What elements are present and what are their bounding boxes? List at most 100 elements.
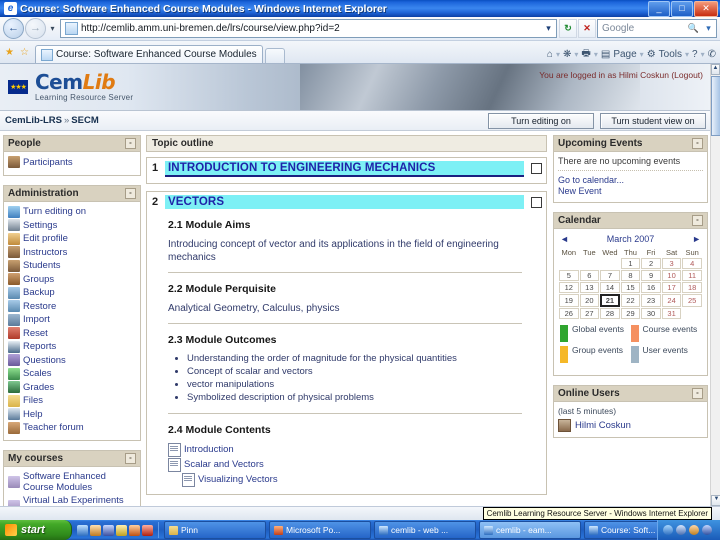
ie-icon[interactable] [77, 524, 88, 536]
sidebar-item-turn-editing-on[interactable]: Turn editing on [8, 205, 136, 218]
checkbox-icon[interactable] [530, 163, 542, 174]
calendar-day[interactable]: 19 [559, 294, 579, 307]
sidebar-item-teacher-forum[interactable]: Teacher forum [8, 421, 136, 434]
sidebar-item-help[interactable]: Help [8, 408, 136, 420]
network-icon[interactable] [663, 525, 673, 535]
sidebar-item-groups[interactable]: Groups [8, 273, 136, 285]
feeds-caret-icon[interactable]: ▾ [573, 50, 579, 59]
notes-icon[interactable] [116, 524, 127, 536]
calendar-day[interactable]: 16 [641, 282, 661, 293]
media-icon[interactable] [103, 524, 114, 536]
calendar-day[interactable]: 20 [579, 294, 600, 307]
address-dropdown-icon[interactable]: ▾ [542, 23, 555, 34]
collapse-icon[interactable]: - [692, 138, 703, 149]
calendar-day[interactable]: 15 [620, 282, 641, 293]
topic-highlight-toggle[interactable] [526, 192, 546, 494]
calendar-day[interactable]: 27 [579, 308, 600, 319]
page-menu-icon[interactable]: ▤ [600, 49, 611, 60]
collapse-icon[interactable]: - [125, 187, 136, 199]
sidebar-item-import[interactable]: Import [8, 313, 136, 326]
calendar-day[interactable]: 11 [682, 270, 702, 281]
taskbar-item[interactable]: Microsoft Po... [269, 521, 371, 539]
home-icon[interactable]: ⌂ [546, 49, 554, 60]
resource-label[interactable]: Introduction [184, 444, 234, 455]
calendar-day[interactable]: 21 [600, 294, 620, 307]
calendar-day[interactable]: 5 [559, 270, 579, 281]
help-icon[interactable]: ? [691, 49, 699, 60]
sidebar-item-label[interactable]: Software Enhanced Course Modules [23, 471, 136, 493]
collapse-icon[interactable]: - [125, 138, 136, 149]
print-caret-icon[interactable]: ▾ [593, 50, 599, 59]
calendar-day[interactable]: 7 [600, 270, 620, 281]
calendar-day[interactable]: 14 [600, 282, 620, 293]
legend-group-events[interactable]: Group events [560, 346, 631, 363]
acrobat-icon[interactable] [129, 524, 140, 536]
back-button[interactable]: ← [3, 18, 24, 39]
sidebar-item-label[interactable]: Virtual Lab Experiments Modules [23, 495, 136, 507]
sidebar-item-label[interactable]: Restore [23, 301, 56, 312]
turn-student-view-on-button[interactable]: Turn student view on [600, 112, 706, 129]
tools-menu-icon[interactable]: ⚙ [646, 49, 657, 60]
tools-caret-icon[interactable]: ▾ [684, 50, 690, 59]
sidebar-item-label[interactable]: Edit profile [23, 233, 68, 244]
calendar-day[interactable]: 31 [661, 308, 682, 319]
sidebar-item-course-secm[interactable]: Software Enhanced Course Modules [8, 471, 136, 493]
sidebar-item-label[interactable]: Files [23, 395, 43, 406]
home-caret-icon[interactable]: ▾ [555, 50, 561, 59]
calendar-day[interactable]: 13 [579, 282, 600, 293]
collapse-icon[interactable]: - [692, 388, 703, 399]
scroll-up-icon[interactable]: ▲ [711, 64, 720, 75]
collapse-icon[interactable]: - [125, 453, 136, 464]
minimize-button[interactable]: _ [648, 0, 670, 17]
search-icon[interactable]: 🔍 [686, 23, 701, 34]
sidebar-item-scales[interactable]: Scales [8, 367, 136, 380]
refresh-button[interactable]: ↻ [559, 19, 577, 38]
mail-icon[interactable] [90, 524, 101, 536]
page-menu-label[interactable]: Page [612, 49, 637, 60]
sidebar-item-reports[interactable]: Reports [8, 340, 136, 353]
sidebar-item-reset[interactable]: Reset [8, 327, 136, 339]
taskbar-item[interactable]: Pinn [164, 521, 266, 539]
calendar-day[interactable]: 10 [661, 270, 682, 281]
update-icon[interactable] [689, 525, 699, 535]
stop-button[interactable]: ✕ [578, 19, 596, 38]
sidebar-item-students[interactable]: Students [8, 259, 136, 272]
topic-title[interactable]: INTRODUCTION TO ENGINEERING MECHANICS [165, 161, 524, 177]
legend-user-events[interactable]: User events [630, 346, 702, 363]
print-icon[interactable]: 🖶 [580, 46, 591, 63]
site-logo[interactable]: CemLib Learning Resource Server [35, 72, 133, 102]
taskbar-item[interactable]: cemlib - web ... [374, 521, 476, 539]
legend-course-events[interactable]: Course events [630, 325, 702, 342]
close-button[interactable]: ✕ [694, 0, 718, 17]
resource-label[interactable]: Visualizing Vectors [198, 474, 278, 485]
sidebar-item-label[interactable]: Scales [23, 368, 52, 379]
sidebar-item-participants[interactable]: Participants [8, 156, 136, 168]
turn-editing-on-button[interactable]: Turn editing on [488, 112, 594, 129]
calendar-next-icon[interactable]: ► [692, 234, 701, 244]
sidebar-item-label[interactable]: Turn editing on [23, 206, 86, 217]
calendar-day[interactable]: 9 [641, 270, 661, 281]
sidebar-item-label[interactable]: Reset [23, 328, 48, 339]
resource-item-visualizing-vectors[interactable]: Visualizing Vectors [182, 472, 524, 487]
topic-title[interactable]: VECTORS [165, 195, 524, 209]
search-input[interactable]: Google 🔍 ▾ [597, 19, 717, 38]
sidebar-item-label[interactable]: Instructors [23, 247, 67, 258]
favorites-icon[interactable]: ★ [2, 43, 17, 63]
calendar-day[interactable]: 23 [641, 294, 661, 307]
resource-item-scalar-and-vectors[interactable]: Scalar and Vectors [168, 457, 524, 472]
topic-highlight-toggle[interactable] [526, 158, 546, 183]
volume-icon[interactable] [676, 525, 686, 535]
calendar-day[interactable]: 25 [682, 294, 702, 307]
legend-global-events[interactable]: Global events [560, 325, 631, 342]
sidebar-item-course-vlem[interactable]: Virtual Lab Experiments Modules [8, 495, 136, 507]
calendar-day[interactable]: 28 [600, 308, 620, 319]
sidebar-item-label[interactable]: Teacher forum [23, 422, 84, 433]
collapse-icon[interactable]: - [692, 215, 703, 226]
calendar-day[interactable]: 24 [661, 294, 682, 307]
calendar-day[interactable]: 18 [682, 282, 702, 293]
taskbar-item[interactable]: Course: Soft... [584, 521, 657, 539]
online-user-name[interactable]: Hilmi Coskun [575, 420, 631, 431]
calendar-day[interactable]: 6 [579, 270, 600, 281]
search-caret-icon[interactable]: ▾ [701, 23, 716, 34]
tools-menu-label[interactable]: Tools [658, 49, 683, 60]
